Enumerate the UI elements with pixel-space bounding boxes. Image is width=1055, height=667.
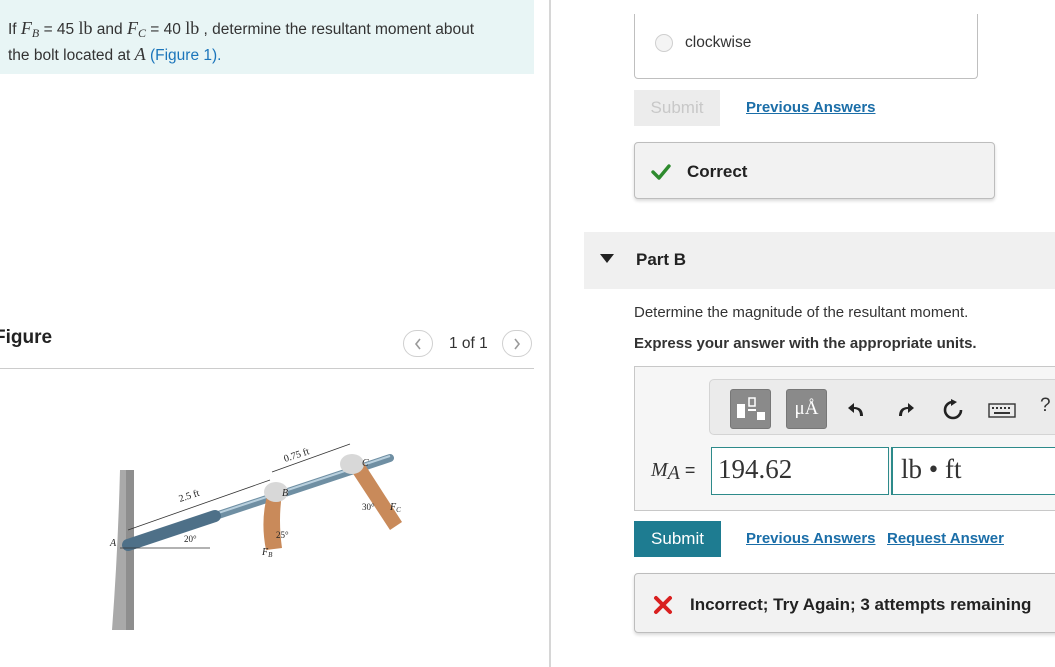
part-a-choices: clockwise: [634, 14, 978, 79]
part-a-feedback: Correct: [634, 142, 995, 199]
part-b-units-instruction: Express your answer with the appropriate…: [634, 335, 977, 352]
moment-symbol: M: [651, 459, 668, 481]
part-b-feedback-text: Incorrect; Try Again; 3 attempts remaini…: [690, 595, 1032, 614]
line2-prefix: the bolt located at: [8, 47, 135, 64]
value-input[interactable]: 194.62: [711, 447, 889, 495]
fb-unit: lb: [78, 18, 93, 38]
fb-value: = 45: [39, 21, 79, 38]
figure-divider: [0, 368, 534, 369]
clockwise-radio[interactable]: [655, 34, 673, 52]
part-a-submit-button: Submit: [634, 90, 720, 126]
point-c-label: C: [362, 458, 369, 469]
figure-pager: 1 of 1: [403, 330, 532, 357]
close-paren: ).: [212, 47, 222, 64]
collapse-arrow-icon[interactable]: [600, 254, 614, 263]
fc-unit: lb: [185, 18, 200, 38]
part-b-instruction: Determine the magnitude of the resultant…: [634, 304, 969, 321]
redo-icon[interactable]: [893, 398, 917, 422]
angle-label-2: 25°: [276, 530, 289, 540]
chevron-left-icon: [414, 338, 421, 349]
chevron-right-icon: [514, 338, 520, 349]
fc-value: = 40: [146, 21, 186, 38]
units-label: μÅ: [794, 398, 819, 419]
fc-label-sub: C: [396, 506, 401, 514]
units-button[interactable]: μÅ: [786, 389, 827, 429]
problem-prefix: If: [8, 21, 21, 38]
templates-button[interactable]: [730, 389, 771, 429]
part-b-title: Part B: [636, 250, 687, 269]
fb-symbol: F: [20, 18, 32, 38]
math-toolbar: μÅ ?: [709, 379, 1055, 435]
pager-count: 1 of 1: [449, 334, 488, 352]
angle-label-3: 30°: [362, 502, 375, 512]
next-figure-button[interactable]: [501, 330, 532, 357]
point-a: A: [134, 44, 146, 64]
part-b-header[interactable]: Part B: [584, 232, 1055, 289]
answer-area: μÅ ? MA = 194.62 lb • ft: [634, 366, 1055, 511]
reset-icon[interactable]: [941, 398, 965, 422]
equation-label: MA =: [651, 459, 695, 485]
request-answer-link[interactable]: Request Answer: [887, 530, 1004, 547]
point-a-label: A: [109, 538, 117, 549]
svg-text:FC: FC: [389, 502, 401, 514]
clockwise-label[interactable]: clockwise: [685, 34, 751, 52]
open-paren: (: [145, 47, 156, 64]
dim-label-1: 2.5 ft: [178, 488, 202, 505]
and-text: and: [92, 21, 127, 38]
wrench-figure: 2.5 ft 0.75 ft 20° 25° 30° FB FC A B C: [109, 443, 402, 630]
moment-subscript: A: [667, 462, 680, 484]
part-b-submit-button[interactable]: Submit: [634, 521, 721, 557]
fb-label-sub: B: [268, 551, 273, 559]
unit-input[interactable]: lb • ft: [891, 447, 1055, 495]
part-b-feedback: Incorrect; Try Again; 3 attempts remaini…: [634, 573, 1055, 633]
point-b-label: B: [282, 488, 288, 499]
x-mark-icon: [654, 596, 672, 614]
checkmark-icon: [651, 164, 671, 180]
figure-title: Figure: [0, 327, 53, 348]
fc-symbol: F: [126, 18, 138, 38]
problem-statement: If FB = 45 lb and FC = 40 lb , determine…: [0, 0, 534, 74]
figure-link[interactable]: Figure 1: [155, 47, 212, 64]
equals-sign: =: [679, 460, 696, 480]
part-a-feedback-text: Correct: [687, 162, 748, 181]
panel-divider: [549, 0, 551, 667]
dim-label-2: 0.75 ft: [283, 446, 311, 465]
fc-subscript: C: [137, 26, 146, 40]
angle-label-1: 20°: [184, 534, 197, 544]
part-b-previous-answers-link[interactable]: Previous Answers: [746, 530, 876, 547]
prev-figure-button[interactable]: [403, 330, 433, 357]
templates-icon: [736, 397, 765, 420]
help-button[interactable]: ?: [1040, 395, 1051, 417]
line1-suffix: , determine the resultant moment about: [199, 21, 475, 38]
part-a-previous-answers-link[interactable]: Previous Answers: [746, 99, 876, 116]
undo-icon[interactable]: [845, 398, 869, 422]
keyboard-icon[interactable]: [987, 398, 1017, 422]
